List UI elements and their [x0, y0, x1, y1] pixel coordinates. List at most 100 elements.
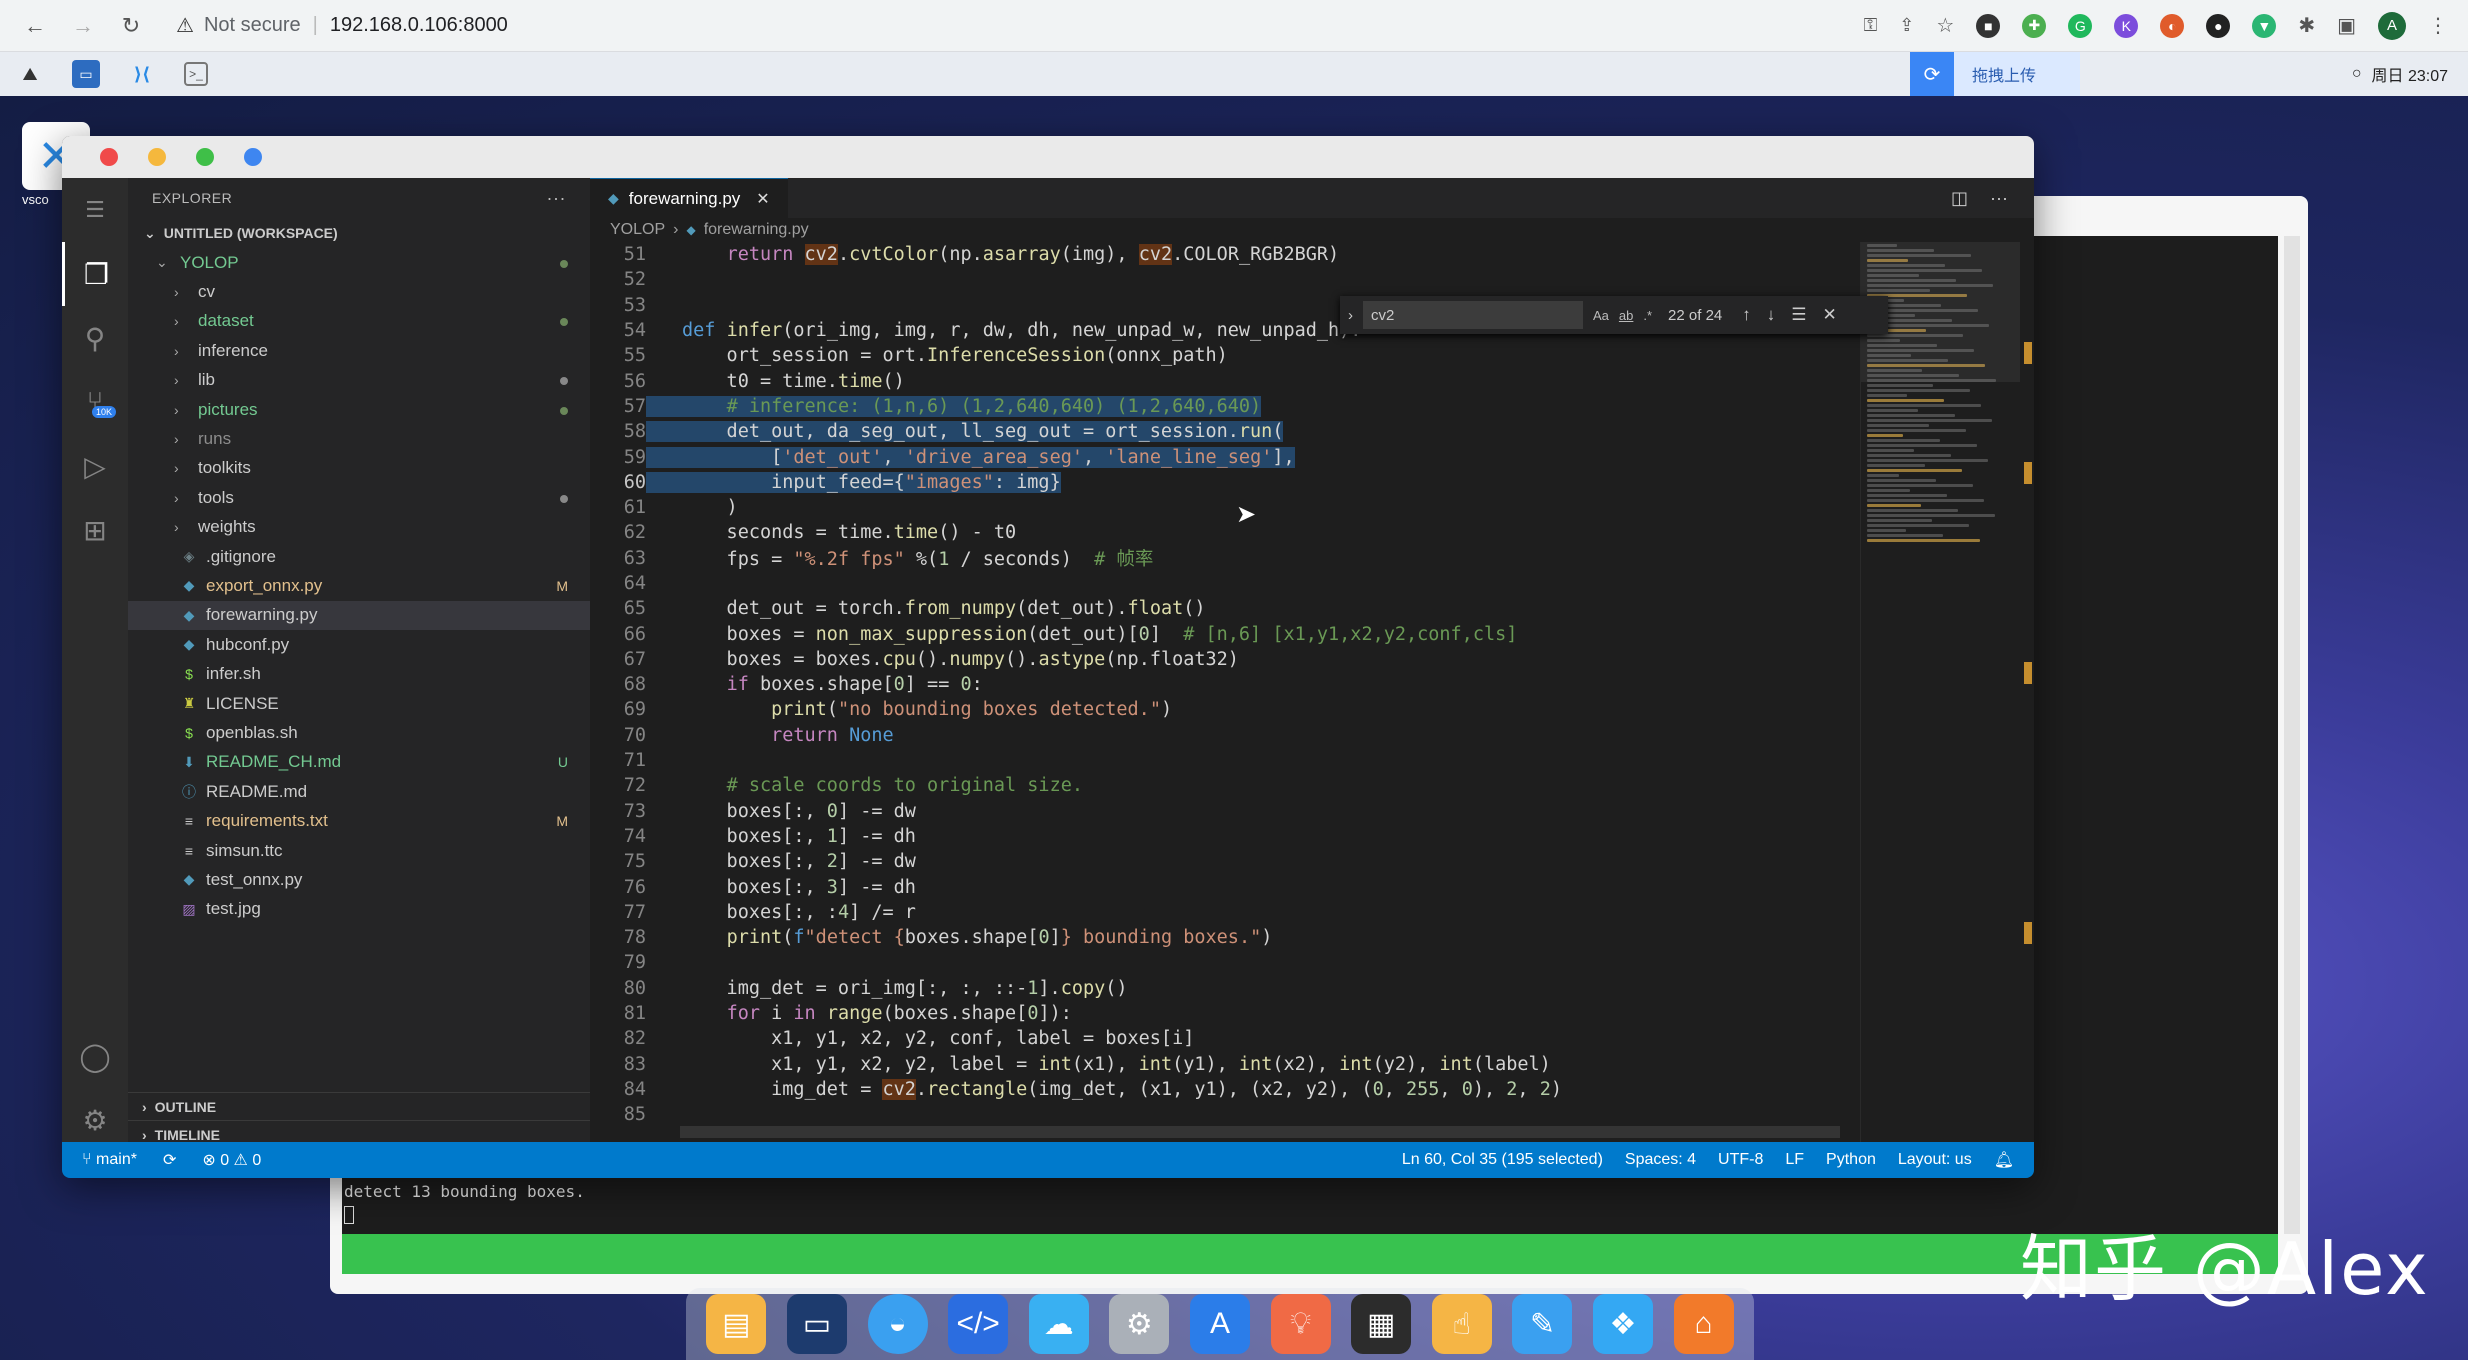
code-line[interactable]: 55 ort_session = ort.InferenceSession(on… [590, 343, 1854, 368]
tree-folder-row[interactable]: › toolkits [128, 454, 590, 483]
key-icon[interactable]: ⚿ [1864, 15, 1878, 36]
close-window-button[interactable] [100, 148, 118, 166]
sync-icon[interactable]: ⟳ [163, 1150, 176, 1170]
tree-file-row[interactable]: ▨ test.jpg [128, 895, 590, 924]
tree-file-row[interactable]: ◆ test_onnx.py [128, 865, 590, 894]
whole-word-toggle[interactable]: ab [1619, 308, 1633, 323]
tree-file-row[interactable]: ⓘ README.md [128, 777, 590, 806]
tree-file-row[interactable]: ≡ requirements.txt M [128, 806, 590, 835]
breadcrumb-root[interactable]: YOLOP [610, 221, 665, 239]
git-branch-status[interactable]: ⑂ main* [82, 1151, 137, 1169]
code-line[interactable]: 73 boxes[:, 0] -= dw [590, 799, 1854, 824]
vscode-app-icon[interactable]: ⟩⟨ [128, 60, 156, 88]
code-line[interactable]: 74 boxes[:, 1] -= dh [590, 824, 1854, 849]
code-line[interactable]: 51 return cv2.cvtColor(np.asarray(img), … [590, 242, 1854, 267]
code-line[interactable]: 83 x1, y1, x2, y2, label = int(x1), int(… [590, 1052, 1854, 1077]
tips-bulb-icon[interactable]: 💡︎ [1270, 1294, 1331, 1354]
code-line[interactable]: 66 boxes = non_max_suppression(det_out)[… [590, 621, 1854, 646]
forward-icon[interactable]: → [68, 11, 98, 41]
browser-icon[interactable]: ◒ [867, 1294, 928, 1354]
code-line[interactable]: 67 boxes = boxes.cpu().numpy().astype(np… [590, 647, 1854, 672]
account-icon[interactable]: ◯ [62, 1024, 128, 1088]
next-match-icon[interactable]: ↓ [1767, 305, 1776, 325]
menu-icon[interactable]: ☰ [62, 178, 128, 242]
code-line[interactable]: 62 seconds = time.time() - t0 [590, 520, 1854, 545]
extension-icon[interactable]: K [2114, 13, 2139, 38]
minimize-window-button[interactable] [148, 148, 166, 166]
tree-folder-row[interactable]: › pictures [128, 395, 590, 424]
search-icon[interactable]: ⚲ [62, 306, 128, 370]
sidepanel-icon[interactable]: ▣ [2337, 13, 2356, 38]
tree-file-row[interactable]: ◆ forewarning.py [128, 600, 590, 631]
files-app-icon[interactable]: ▭ [72, 60, 100, 88]
tree-folder-row[interactable]: › weights [128, 513, 590, 542]
extension-icon[interactable]: ✚ [2022, 13, 2047, 38]
extension-icon[interactable]: ● [2206, 13, 2231, 38]
cloud-icon[interactable]: ☁ [1028, 1294, 1089, 1354]
tree-file-row[interactable]: $ openblas.sh [128, 718, 590, 747]
find-in-selection-icon[interactable]: ☰ [1791, 305, 1806, 325]
tree-file-row[interactable]: ≡ simsun.ttc [128, 836, 590, 865]
find-input[interactable]: cv2 [1363, 301, 1583, 329]
network-icon[interactable]: ⌂ [1673, 1294, 1734, 1354]
calculator-icon[interactable]: ▦ [1351, 1294, 1412, 1354]
code-line[interactable]: 70 return None [590, 723, 1854, 748]
code-line[interactable]: 57 # inference: (1,n,6) (1,2,640,640) (1… [590, 394, 1854, 419]
launcher-icon[interactable]: ⛰ [16, 60, 44, 88]
share-icon[interactable]: ⇪ [1899, 15, 1914, 36]
tools-icon[interactable]: ✎ [1512, 1294, 1573, 1354]
tree-file-row[interactable]: ♜ LICENSE [128, 689, 590, 718]
previous-match-icon[interactable]: ↑ [1742, 305, 1751, 325]
match-case-toggle[interactable]: Aa [1593, 308, 1609, 323]
desktop-clock[interactable]: ○ 周日 23:07 [2352, 52, 2448, 96]
code-line[interactable]: 63 fps = "%.2f fps" %(1 / seconds) # 帧率 [590, 546, 1854, 571]
code-line[interactable]: 77 boxes[:, :4] /= r [590, 900, 1854, 925]
regex-toggle[interactable]: .* [1643, 308, 1652, 323]
tree-file-row[interactable]: ◈ .gitignore [128, 542, 590, 571]
code-line[interactable]: 52 [590, 267, 1854, 292]
workspace-header[interactable]: ⌄ UNTITLED (WORKSPACE) [128, 218, 590, 248]
chevron-right-icon[interactable]: › [1348, 307, 1353, 324]
tab-forewarning[interactable]: ◆ forewarning.py ✕ [590, 178, 788, 218]
code-line[interactable]: 61 ) [590, 495, 1854, 520]
code-editor-icon[interactable]: </> [948, 1294, 1009, 1354]
keyboard-layout-status[interactable]: Layout: us [1898, 1151, 1972, 1169]
maximize-window-button[interactable] [196, 148, 214, 166]
editor-horizontal-scrollbar[interactable] [680, 1126, 1840, 1138]
tree-folder-row[interactable]: › dataset [128, 307, 590, 336]
code-line[interactable]: 76 boxes[:, 3] -= dh [590, 874, 1854, 899]
indentation-status[interactable]: Spaces: 4 [1625, 1151, 1696, 1169]
bookmark-star-icon[interactable]: ☆ [1936, 13, 1954, 38]
outline-section[interactable]: › OUTLINE [128, 1092, 590, 1120]
more-actions-icon[interactable]: ··· [1990, 188, 2008, 209]
minimap[interactable] [1860, 242, 2020, 1142]
notifications-bell-icon[interactable]: 🔔︎ [1994, 1150, 2014, 1170]
explorer-icon[interactable]: ❐ [62, 242, 128, 306]
encoding-status[interactable]: UTF-8 [1718, 1151, 1763, 1169]
extension-icon[interactable]: ▼ [2252, 13, 2277, 38]
run-debug-icon[interactable]: ▷ [62, 434, 128, 498]
problems-status[interactable]: ⊗ 0 ⚠ 0 [202, 1150, 261, 1170]
code-line[interactable]: 71 [590, 748, 1854, 773]
code-line[interactable]: 75 boxes[:, 2] -= dw [590, 849, 1854, 874]
tree-file-row[interactable]: ◆ hubconf.py [128, 630, 590, 659]
extensions-icon[interactable]: ⊞ [62, 498, 128, 562]
code-line[interactable]: 69 print("no bounding boxes detected.") [590, 697, 1854, 722]
code-line[interactable]: 81 for i in range(boxes.shape[0]): [590, 1001, 1854, 1026]
tree-folder-row[interactable]: › tools [128, 483, 590, 512]
extension-icon[interactable]: ◐ [2160, 13, 2185, 38]
code-line[interactable]: 82 x1, y1, x2, y2, conf, label = boxes[i… [590, 1026, 1854, 1051]
code-line[interactable]: 68 if boxes.shape[0] == 0: [590, 672, 1854, 697]
root-folder-row[interactable]: ⌄ YOLOP [128, 248, 590, 277]
fullscreen-window-button[interactable] [244, 148, 262, 166]
tree-folder-row[interactable]: › runs [128, 424, 590, 453]
puzzle-icon[interactable]: ✱ [2298, 13, 2315, 38]
split-editor-icon[interactable]: ◫ [1951, 188, 1968, 209]
editor-vertical-scrollbar[interactable] [2020, 242, 2034, 1142]
terminal-icon[interactable]: ▭ [786, 1294, 847, 1354]
back-icon[interactable]: ← [20, 11, 50, 41]
code-line[interactable]: 84 img_det = cv2.rectangle(img_det, (x1,… [590, 1077, 1854, 1102]
settings-gear-icon[interactable]: ⚙ [1109, 1294, 1170, 1354]
breadcrumb-file[interactable]: forewarning.py [704, 221, 809, 239]
more-actions-icon[interactable]: ··· [547, 188, 566, 209]
